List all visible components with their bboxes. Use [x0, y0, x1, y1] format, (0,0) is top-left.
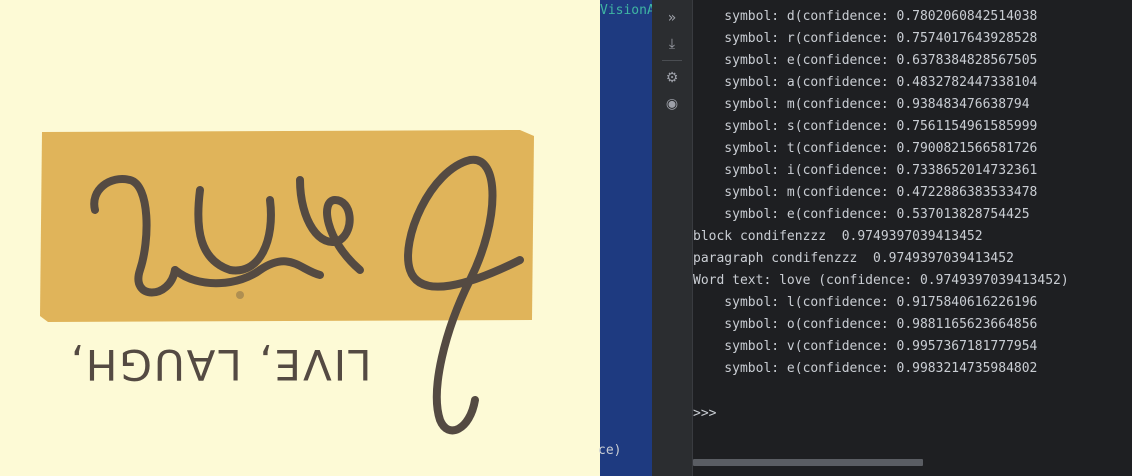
console-output[interactable]: Word text: dreamstime (confidence: 0.658… — [693, 0, 1132, 476]
editor-tab-fragment[interactable]: VisionA — [600, 3, 655, 18]
horizontal-scrollbar[interactable] — [693, 459, 923, 466]
console-line: symbol: e(confidence: 0.6378384828567505 — [693, 53, 1038, 68]
python-prompt[interactable]: >>> — [693, 403, 716, 425]
run-tool-gutter: » ⤓ ⚙ ◉ — [652, 0, 693, 476]
console-line: symbol: r(confidence: 0.7574017643928528 — [693, 31, 1038, 46]
watermark-dot — [236, 291, 244, 299]
tagline-text: LIVE, LAUGH, — [68, 340, 372, 389]
ocr-input-image: LIVE, LAUGH, — [0, 0, 600, 476]
console-line: symbol: a(confidence: 0.4832782447338104 — [693, 75, 1038, 90]
double-chevron-icon[interactable]: » — [662, 8, 682, 28]
scroll-to-end-icon[interactable]: ⤓ — [662, 34, 682, 54]
console-line: block condifenzzz 0.9749397039413452 — [693, 229, 983, 244]
console-line: symbol: e(confidence: 0.537013828754425 — [693, 207, 1030, 222]
love-logo-graphic — [40, 130, 534, 435]
console-line: symbol: s(confidence: 0.7561154961585999 — [693, 119, 1038, 134]
console-line: symbol: o(confidence: 0.9881165623664856 — [693, 317, 1038, 332]
eye-icon[interactable]: ◉ — [662, 94, 682, 114]
console-line: symbol: d(confidence: 0.7802060842514038 — [693, 9, 1038, 24]
gutter-divider — [662, 60, 682, 61]
console-line: symbol: e(confidence: 0.9983214735984802 — [693, 361, 1038, 376]
console-line: symbol: m(confidence: 0.938483476638794 — [693, 97, 1030, 112]
editor-code-fragment: ce) — [598, 443, 622, 458]
console-line: symbol: v(confidence: 0.9957367181777954 — [693, 339, 1038, 354]
console-lines: Word text: dreamstime (confidence: 0.658… — [693, 0, 1116, 380]
console-line: Word text: love (confidence: 0.974939703… — [693, 273, 1069, 288]
console-line: symbol: m(confidence: 0.4722886383533478 — [693, 185, 1038, 200]
editor-panel[interactable] — [600, 0, 652, 476]
settings-icon[interactable]: ⚙ — [662, 68, 682, 88]
console-line: symbol: i(confidence: 0.7338652014732361 — [693, 163, 1038, 178]
console-line: paragraph condifenzzz 0.9749397039413452 — [693, 251, 1014, 266]
console-line: symbol: l(confidence: 0.9175840616226196 — [693, 295, 1038, 310]
console-line: symbol: t(confidence: 0.7900821566581726 — [693, 141, 1038, 156]
